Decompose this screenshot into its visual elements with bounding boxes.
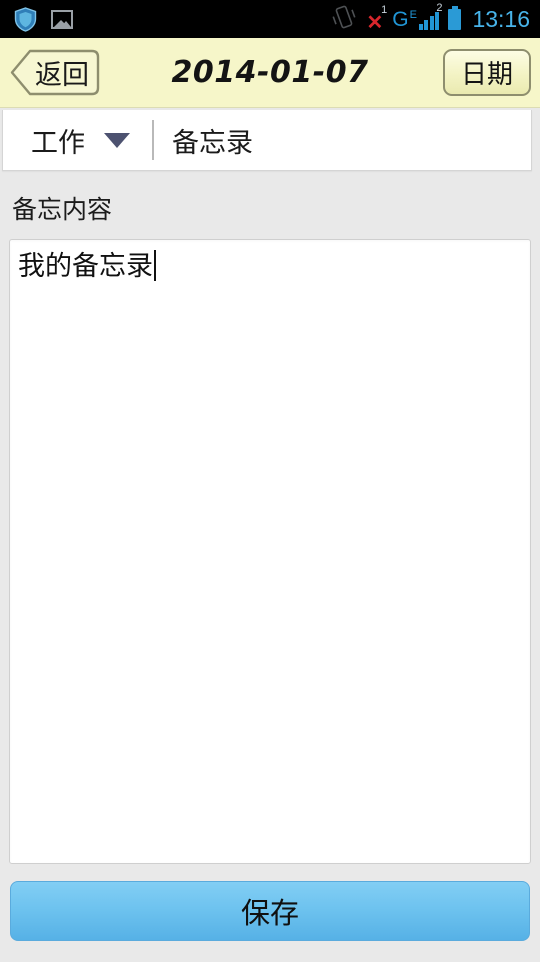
status-bar-clock: 13:16 (472, 5, 530, 32)
network-tech-label: E (409, 8, 417, 21)
memo-text-value: 我的备忘录 (18, 251, 153, 282)
missed-call-x-icon: ✕ (366, 12, 384, 34)
category-row: 工作 备忘录 (2, 110, 532, 171)
status-bar-right-icons: ✕ 1 G E 2 13:16 (331, 2, 530, 34)
missed-call-icon: ✕ 1 (366, 5, 387, 34)
network-indicator: G E 2 (392, 2, 442, 31)
save-button-label: 保存 (240, 896, 299, 930)
memo-field-label: 备忘内容 (12, 195, 113, 224)
date-button[interactable]: 日期 (443, 49, 531, 96)
back-button[interactable]: 返回 (10, 49, 100, 96)
status-bar: ✕ 1 G E 2 13:16 (0, 0, 540, 38)
network-type-label: G (392, 7, 409, 31)
text-cursor (154, 250, 156, 281)
category-selector-label[interactable]: 工作 (31, 121, 85, 160)
main-content: 工作 备忘录 备忘内容 我的备忘录 保存 (0, 110, 540, 962)
sim-slot-label: 2 (436, 1, 443, 14)
vibrate-icon (331, 4, 357, 34)
category-divider (152, 120, 154, 160)
back-button-label: 返回 (35, 60, 89, 91)
save-button[interactable]: 保存 (10, 881, 530, 941)
signal-bars-icon: 2 (418, 2, 442, 30)
battery-icon (448, 5, 462, 30)
memo-input[interactable]: 我的备忘录 (9, 239, 531, 864)
chevron-down-icon[interactable] (104, 132, 130, 148)
photo-icon (51, 9, 73, 29)
title-bar: 返回 2014-01-07 日期 (0, 38, 540, 108)
shield-icon (14, 6, 37, 32)
status-bar-left-icons (14, 6, 73, 32)
date-button-label: 日期 (460, 60, 513, 90)
missed-call-count: 1 (381, 4, 388, 16)
record-kind-label: 备忘录 (172, 127, 253, 159)
